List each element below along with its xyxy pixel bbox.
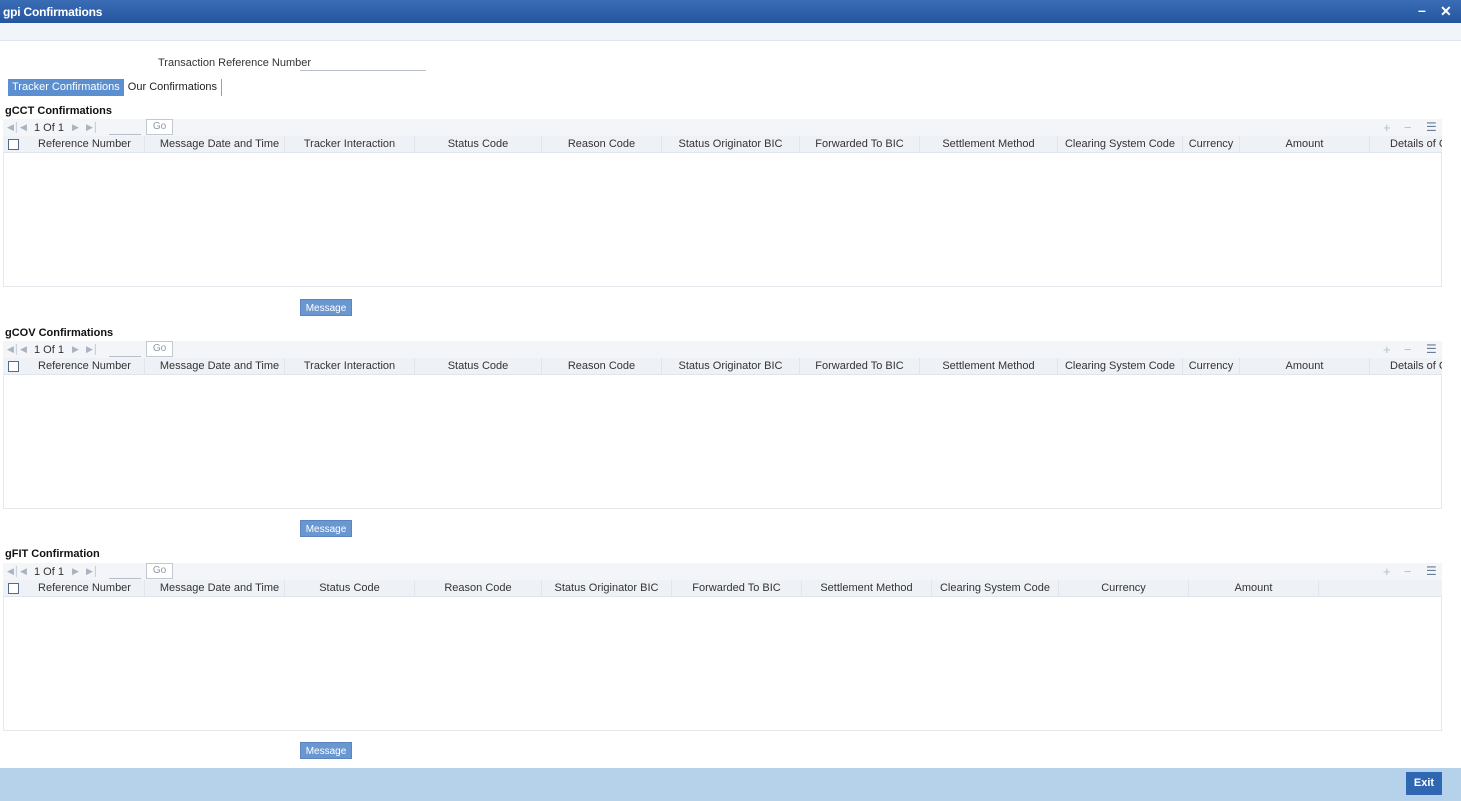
column-header[interactable]: Currency	[1183, 358, 1240, 374]
column-header[interactable]: Forwarded To BIC	[672, 580, 802, 596]
tab-tracker-confirmations[interactable]: Tracker Confirmations	[8, 79, 124, 96]
toolbar-strip	[0, 23, 1461, 41]
column-header[interactable]: Currency	[1183, 136, 1240, 152]
column-header[interactable]: Amount	[1240, 358, 1370, 374]
window-title: gpi Confirmations	[3, 5, 103, 19]
page-number-input[interactable]	[109, 564, 141, 579]
gcct-message-button[interactable]: Message	[300, 299, 352, 316]
add-row-icon[interactable]: +	[1383, 342, 1391, 357]
column-header[interactable]: Status Originator BIC	[662, 358, 800, 374]
page-info: 1 Of 1	[34, 122, 64, 134]
gcct-section-title: gCCT Confirmations	[5, 105, 112, 117]
first-page-icon[interactable]: ◀│	[7, 344, 20, 355]
trn-input[interactable]	[300, 54, 426, 71]
gfit-message-button[interactable]: Message	[300, 742, 352, 759]
page-info: 1 Of 1	[34, 566, 64, 578]
window-titlebar: gpi Confirmations – ✕	[0, 0, 1461, 23]
column-header[interactable]: Currency	[1059, 580, 1189, 596]
gfit-section-title: gFIT Confirmation	[5, 548, 100, 560]
single-view-icon[interactable]: ☰	[1426, 120, 1437, 134]
column-header[interactable]: Tracker Interaction	[285, 136, 415, 152]
column-header[interactable]: Forwarded To BIC	[800, 358, 920, 374]
exit-button[interactable]: Exit	[1406, 772, 1442, 795]
select-all-checkbox[interactable]	[8, 361, 19, 372]
single-view-icon[interactable]: ☰	[1426, 342, 1437, 356]
column-header[interactable]: Message Date and Time	[155, 358, 285, 374]
next-page-icon[interactable]: ▶	[72, 344, 79, 355]
gcov-section-title: gCOV Confirmations	[5, 327, 114, 339]
gcct-pager: ◀│ ◀ 1 Of 1 ▶ ▶│ Go + − ☰	[3, 119, 1442, 136]
gcov-table-header: Reference Number Message Date and Time T…	[3, 358, 1442, 375]
last-page-icon[interactable]: ▶│	[86, 344, 99, 355]
column-header[interactable]: Status Code	[415, 136, 542, 152]
go-button[interactable]: Go	[146, 563, 173, 579]
column-header[interactable]: Message Date and Time	[155, 136, 285, 152]
column-header[interactable]: Settlement Method	[920, 358, 1058, 374]
gcov-grid: ◀│ ◀ 1 Of 1 ▶ ▶│ Go + − ☰ Reference Numb…	[3, 341, 1442, 509]
first-page-icon[interactable]: ◀│	[7, 122, 20, 133]
first-page-icon[interactable]: ◀│	[7, 566, 20, 577]
prev-page-icon[interactable]: ◀	[20, 122, 27, 133]
column-header[interactable]: Clearing System Code	[1058, 136, 1183, 152]
gcct-grid: ◀│ ◀ 1 Of 1 ▶ ▶│ Go + − ☰ Reference Numb…	[3, 119, 1442, 287]
column-header[interactable]: Status Originator BIC	[662, 136, 800, 152]
last-page-icon[interactable]: ▶│	[86, 566, 99, 577]
add-row-icon[interactable]: +	[1383, 564, 1391, 579]
column-header[interactable]: Clearing System Code	[932, 580, 1059, 596]
delete-row-icon[interactable]: −	[1404, 564, 1412, 579]
gfit-grid: ◀│ ◀ 1 Of 1 ▶ ▶│ Go + − ☰ Reference Numb…	[3, 563, 1442, 731]
prev-page-icon[interactable]: ◀	[20, 566, 27, 577]
column-header[interactable]: Settlement Method	[920, 136, 1058, 152]
column-header[interactable]: Status Code	[415, 358, 542, 374]
column-header[interactable]: Reference Number	[25, 136, 145, 152]
column-header[interactable]: Amount	[1189, 580, 1319, 596]
column-header[interactable]: Details of Ch	[1370, 358, 1442, 374]
column-header[interactable]: Amount	[1240, 136, 1370, 152]
page-number-input[interactable]	[109, 120, 141, 135]
delete-row-icon[interactable]: −	[1404, 342, 1412, 357]
add-row-icon[interactable]: +	[1383, 120, 1391, 135]
gcov-message-button[interactable]: Message	[300, 520, 352, 537]
select-all-checkbox[interactable]	[8, 583, 19, 594]
page-info: 1 Of 1	[34, 344, 64, 356]
single-view-icon[interactable]: ☰	[1426, 564, 1437, 578]
gcct-table-body	[3, 153, 1442, 287]
tab-bar: Tracker Confirmations Our Confirmations	[8, 79, 223, 96]
column-header[interactable]: Forwarded To BIC	[800, 136, 920, 152]
delete-row-icon[interactable]: −	[1404, 120, 1412, 135]
next-page-icon[interactable]: ▶	[72, 566, 79, 577]
tab-our-confirmations[interactable]: Our Confirmations	[124, 79, 223, 96]
column-header[interactable]: Reference Number	[25, 358, 145, 374]
column-header[interactable]: Status Code	[285, 580, 415, 596]
footer-bar: Exit	[0, 768, 1461, 801]
column-header[interactable]: Reference Number	[25, 580, 145, 596]
trn-label: Transaction Reference Number	[158, 57, 312, 69]
go-button[interactable]: Go	[146, 341, 173, 357]
column-header[interactable]: Reason Code	[542, 136, 662, 152]
column-header[interactable]: Details of Ch	[1370, 136, 1442, 152]
page-number-input[interactable]	[109, 342, 141, 357]
close-icon[interactable]: ✕	[1440, 3, 1452, 20]
prev-page-icon[interactable]: ◀	[20, 344, 27, 355]
column-header[interactable]: Settlement Method	[802, 580, 932, 596]
select-all-checkbox[interactable]	[8, 139, 19, 150]
gfit-pager: ◀│ ◀ 1 Of 1 ▶ ▶│ Go + − ☰	[3, 563, 1442, 580]
column-header[interactable]: Clearing System Code	[1058, 358, 1183, 374]
next-page-icon[interactable]: ▶	[72, 122, 79, 133]
gcov-pager: ◀│ ◀ 1 Of 1 ▶ ▶│ Go + − ☰	[3, 341, 1442, 358]
gcov-table-body	[3, 375, 1442, 509]
column-header[interactable]: Reason Code	[542, 358, 662, 374]
go-button[interactable]: Go	[146, 119, 173, 135]
column-header[interactable]: Status Originator BIC	[542, 580, 672, 596]
column-header[interactable]: Message Date and Time	[155, 580, 285, 596]
column-header[interactable]: Tracker Interaction	[285, 358, 415, 374]
minimize-icon[interactable]: –	[1418, 2, 1426, 18]
last-page-icon[interactable]: ▶│	[86, 122, 99, 133]
gfit-table-body	[3, 597, 1442, 731]
column-header[interactable]: Reason Code	[415, 580, 542, 596]
gcct-table-header: Reference Number Message Date and Time T…	[3, 136, 1442, 153]
gfit-table-header: Reference Number Message Date and Time S…	[3, 580, 1442, 597]
